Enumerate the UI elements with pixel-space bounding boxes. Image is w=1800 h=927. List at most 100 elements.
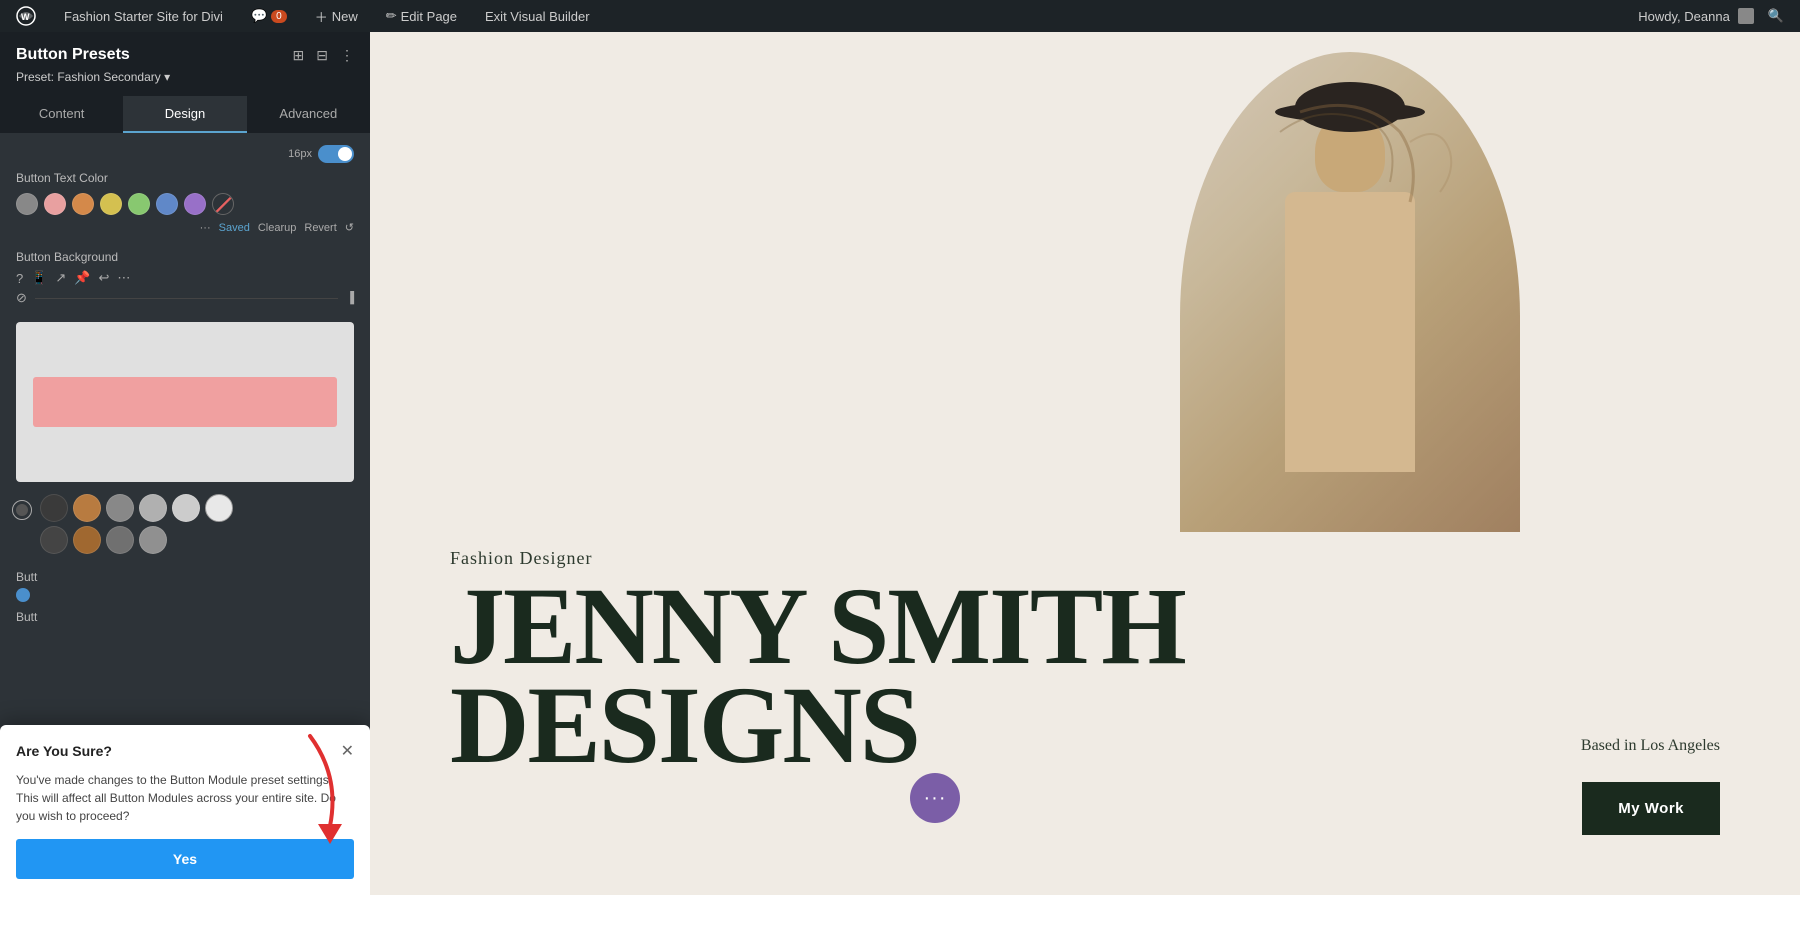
- panel-header-icons: ⊞ ⊟ ⋮: [293, 47, 354, 64]
- purple-dots-btn[interactable]: ···: [910, 773, 960, 823]
- edit-page-item[interactable]: ✏ Edit Page: [380, 0, 463, 32]
- comments-item[interactable]: 💬 0: [245, 0, 293, 32]
- swatch-dark2[interactable]: [40, 526, 68, 554]
- history-reset-icon[interactable]: ↺: [345, 221, 354, 234]
- hero-text: Fashion Designer JENNY SMITH DESIGNS: [450, 548, 1185, 775]
- butt-dot: [16, 588, 30, 602]
- svg-text:W: W: [21, 12, 30, 22]
- howdy-text: Howdy, Deanna: [1638, 9, 1730, 24]
- wp-logo-icon: W: [16, 6, 36, 26]
- confirm-message: You've made changes to the Button Module…: [16, 771, 354, 825]
- layout-icon[interactable]: ⊟: [316, 47, 328, 64]
- swatch-row-2: [16, 526, 354, 554]
- pin-icon[interactable]: 📌: [74, 270, 90, 286]
- admin-bar: W Fashion Starter Site for Divi 💬 0 ＋ Ne…: [0, 0, 1800, 32]
- panel-title: Button Presets: [16, 46, 130, 64]
- mobile-icon[interactable]: 📱: [31, 270, 47, 286]
- button-background-section: Button Background ? 📱 ↗ 📌 ↩ ⋯ ⊘ ▐: [16, 250, 354, 306]
- hair-svg: [1240, 82, 1460, 282]
- swatch-section-2: [16, 494, 354, 554]
- swatch-light2[interactable]: [139, 526, 167, 554]
- dots-icon: ···: [924, 787, 947, 810]
- confirm-dialog: Are You Sure? ✕ You've made changes to t…: [0, 725, 370, 895]
- more-options-icon[interactable]: ⋮: [340, 47, 354, 64]
- hero-section: Fashion Designer JENNY SMITH DESIGNS Bas…: [370, 32, 1800, 895]
- tab-content-label: Content: [39, 106, 85, 121]
- confirm-dialog-header: Are You Sure? ✕: [16, 741, 354, 761]
- swatch-blue[interactable]: [156, 193, 178, 215]
- preview-box: [16, 322, 354, 482]
- panel-tabs: Content Design Advanced: [0, 96, 370, 133]
- comment-icon: 💬: [251, 8, 267, 24]
- swatch-light1[interactable]: [139, 494, 167, 522]
- preset-chevron-icon: ▾: [164, 70, 170, 84]
- confirm-yes-btn[interactable]: Yes: [16, 839, 354, 879]
- hero-name-line1: JENNY SMITH: [450, 577, 1185, 676]
- tab-content[interactable]: Content: [0, 96, 123, 133]
- new-content-item[interactable]: ＋ New: [309, 0, 364, 32]
- swatch-lighter1[interactable]: [172, 494, 200, 522]
- new-label: New: [332, 9, 358, 24]
- panel-header: Button Presets ⊞ ⊟ ⋮ Preset: Fashion Sec…: [0, 32, 370, 96]
- swatch-pink[interactable]: [44, 193, 66, 215]
- link-icon[interactable]: ↗: [55, 270, 66, 286]
- tab-advanced-label: Advanced: [279, 106, 337, 121]
- based-text: Based in Los Angeles: [1581, 737, 1720, 755]
- wp-logo-item[interactable]: W: [10, 0, 42, 32]
- plus-icon: ＋: [315, 7, 328, 26]
- swatch-yellow[interactable]: [100, 193, 122, 215]
- confirm-title: Are You Sure?: [16, 743, 112, 759]
- question-icon[interactable]: ?: [16, 271, 23, 286]
- exit-builder-label: Exit Visual Builder: [485, 9, 590, 24]
- swatch-mid1[interactable]: [106, 494, 134, 522]
- expand-icon[interactable]: ⊞: [293, 47, 305, 64]
- swatch-orange[interactable]: [72, 193, 94, 215]
- search-icon[interactable]: 🔍: [1762, 8, 1790, 24]
- tab-advanced[interactable]: Advanced: [247, 96, 370, 133]
- swatch-purple[interactable]: [184, 193, 206, 215]
- site-name-item[interactable]: Fashion Starter Site for Divi: [58, 0, 229, 32]
- more-bg-icon[interactable]: ⋯: [117, 270, 130, 286]
- preset-subtitle[interactable]: Preset: Fashion Secondary ▾: [16, 70, 170, 84]
- swatch-gray[interactable]: [16, 193, 38, 215]
- my-work-btn[interactable]: My Work: [1582, 782, 1720, 835]
- clearup-btn[interactable]: Clearup: [258, 222, 297, 234]
- bg-controls: ? 📱 ↗ 📌 ↩ ⋯: [16, 270, 354, 286]
- butt-label-1: Butt: [16, 570, 354, 584]
- swatch-brown2[interactable]: [73, 526, 101, 554]
- swatch-white1[interactable]: [205, 494, 233, 522]
- left-panel: Button Presets ⊞ ⊟ ⋮ Preset: Fashion Sec…: [0, 32, 370, 895]
- exit-builder-item[interactable]: Exit Visual Builder: [479, 0, 596, 32]
- stroke-circle-icon: [12, 500, 32, 520]
- preset-subtitle-text: Preset: Fashion Secondary: [16, 70, 161, 84]
- color-swatches-row: [16, 193, 354, 215]
- right-content: Fashion Designer JENNY SMITH DESIGNS Bas…: [370, 32, 1800, 895]
- divider: [35, 298, 338, 299]
- preview-inner: [33, 377, 337, 427]
- swatch-green[interactable]: [128, 193, 150, 215]
- site-name-text: Fashion Starter Site for Divi: [64, 9, 223, 24]
- size-label: 16px: [288, 148, 312, 160]
- pen-icon: [213, 194, 234, 215]
- swatch-row-1: [16, 494, 354, 522]
- color-picker-right: ▐: [346, 292, 354, 304]
- undo-icon[interactable]: ↩: [99, 270, 110, 286]
- swatch-dark1[interactable]: [40, 494, 68, 522]
- tab-design[interactable]: Design: [123, 96, 246, 133]
- swatch-mid2[interactable]: [106, 526, 134, 554]
- transparent-icon: ⊘: [16, 290, 27, 306]
- swatch-custom-stroke[interactable]: [212, 193, 234, 215]
- confirm-close-btn[interactable]: ✕: [341, 741, 354, 761]
- revert-btn[interactable]: Revert: [304, 222, 336, 234]
- user-avatar[interactable]: [1738, 8, 1754, 24]
- transparent-row: ⊘ ▐: [16, 290, 354, 306]
- toggle-pill[interactable]: [318, 145, 354, 163]
- butt-row: [16, 588, 354, 602]
- edit-page-label: Edit Page: [401, 9, 457, 24]
- button-labels-partial: Butt Butt: [16, 570, 354, 624]
- button-text-color-section: Button Text Color ···: [16, 171, 354, 234]
- comment-count: 0: [271, 10, 287, 23]
- hero-name-line2: DESIGNS: [450, 676, 1185, 775]
- main-layout: Button Presets ⊞ ⊟ ⋮ Preset: Fashion Sec…: [0, 32, 1800, 895]
- swatch-brown1[interactable]: [73, 494, 101, 522]
